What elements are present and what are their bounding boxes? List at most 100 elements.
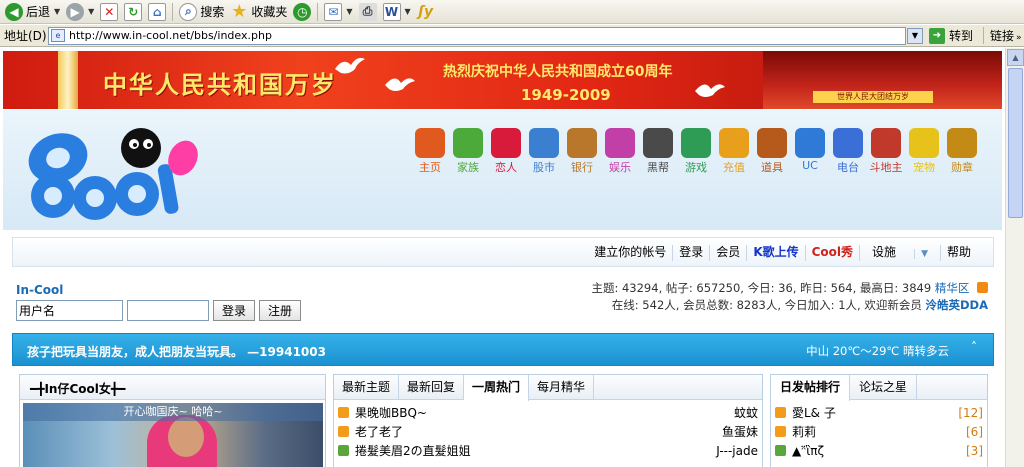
thread-row[interactable]: 老了老了 鱼蛋妹 <box>338 422 758 441</box>
nav-icon-8[interactable]: 充值 <box>717 128 751 175</box>
in-cool-logo[interactable] <box>13 118 203 228</box>
facilities-link[interactable]: 设施 ▼ <box>859 245 940 261</box>
thread-row-title[interactable]: 捲髮美眉2の直髮姐姐 <box>355 442 716 459</box>
star-icon: ★ <box>231 1 248 22</box>
rank-row-meta[interactable]: [12] <box>958 406 983 420</box>
login-form: 登录 注册 <box>16 300 302 321</box>
new-member-link[interactable]: 泠皓英DDA <box>926 298 989 312</box>
favorites-button[interactable]: ★ 收藏夹 <box>227 1 290 23</box>
tab-daily-post-rank[interactable]: 日发帖排行 <box>771 375 851 401</box>
rss-icon[interactable] <box>977 282 988 293</box>
rank-row[interactable]: 莉莉 [6] <box>775 422 983 441</box>
nav-icon-1[interactable]: 家族 <box>451 128 485 175</box>
messenger-button[interactable]: ʃy <box>414 1 438 23</box>
nav-icon-0[interactable]: 主页 <box>413 128 447 175</box>
rank-row[interactable]: 愛L& 子 [12] <box>775 403 983 422</box>
rank-row[interactable]: ▲ᵔ̈ἳπζ [3] <box>775 441 983 460</box>
print-button[interactable]: ⎙ <box>356 1 380 23</box>
cool-show-link[interactable]: Cool秀 <box>804 245 859 261</box>
username-input[interactable] <box>16 300 123 321</box>
nav-icon-9[interactable]: 道具 <box>755 128 789 175</box>
nav-icon-5[interactable]: 娱乐 <box>603 128 637 175</box>
nav-icon-6[interactable]: 黑帮 <box>641 128 675 175</box>
tab-weekly-hot[interactable]: 一周热门 <box>464 375 530 401</box>
feature-label: 银行 <box>571 161 593 174</box>
featured-photo[interactable]: 开心咖国庆~ 哈哈~ <box>23 403 323 467</box>
chevron-down-icon[interactable]: ▼ <box>54 7 60 16</box>
nav-icon-7[interactable]: 游戏 <box>679 128 713 175</box>
thread-row-title[interactable]: 老了老了 <box>355 423 722 440</box>
search-button[interactable]: ⌕ 搜索 <box>176 1 227 23</box>
tab-forum-stars[interactable]: 论坛之星 <box>850 375 918 399</box>
login-button[interactable]: 登录 <box>213 300 256 321</box>
rank-row-title[interactable]: 莉莉 <box>792 423 966 440</box>
feature-icon <box>681 128 711 158</box>
home-button[interactable]: ⌂ <box>145 1 169 23</box>
nav-icon-14[interactable]: 勋章 <box>945 128 979 175</box>
address-input[interactable]: e http://www.in-cool.net/bbs/index.php <box>48 26 906 45</box>
scroll-up-arrow-icon[interactable]: ▲ <box>1007 49 1024 66</box>
refresh-button[interactable]: ↻ <box>121 1 145 23</box>
feature-icon <box>719 128 749 158</box>
weather-info: 中山 20℃～29℃ 晴转多云 <box>806 344 949 358</box>
thread-row[interactable]: 果晚咖BBQ~ 蚊蚊 <box>338 403 758 422</box>
tiananmen-gate: 世界人民大团结万岁 <box>763 51 1002 109</box>
nav-icon-13[interactable]: 宠物 <box>907 128 941 175</box>
nav-icon-12[interactable]: 斗地主 <box>869 128 903 175</box>
go-button[interactable]: ➜ 转到 <box>929 27 973 44</box>
help-link[interactable]: 帮助 <box>939 245 977 261</box>
chevron-down-icon[interactable]: ▼ <box>405 7 411 16</box>
password-input[interactable] <box>127 300 209 321</box>
ranking-panel: 日发帖排行 论坛之星 愛L& 子 [12] 莉莉 [6] ▲ᵔ̈ἳπζ [3] <box>770 374 988 467</box>
banner-subtitle: 热烈庆祝中华人民共和国成立60周年 <box>443 64 673 80</box>
photo-panel-title: ━╋In仔Cool女╋━ <box>30 382 126 396</box>
thread-row-meta[interactable]: J---jade <box>716 444 758 458</box>
rank-row-meta[interactable]: [6] <box>966 425 983 439</box>
bullet-icon <box>338 407 349 418</box>
nav-icon-4[interactable]: 银行 <box>565 128 599 175</box>
rank-row-title[interactable]: 愛L& 子 <box>792 404 958 421</box>
login-link[interactable]: 登录 <box>672 245 709 261</box>
vertical-scrollbar[interactable]: ▲ <box>1005 48 1024 467</box>
collapse-icon[interactable]: ˄ <box>971 340 977 354</box>
stop-button[interactable]: ✕ <box>97 1 121 23</box>
rank-row-title[interactable]: ▲ᵔ̈ἳπζ <box>792 444 966 458</box>
chevron-down-icon[interactable]: ▼ <box>346 7 352 16</box>
tab-latest-topics[interactable]: 最新主题 <box>334 375 400 399</box>
stats-line-posts: 主题: 43294, 帖子: 657250, 今日: 36, 昨日: 564, … <box>591 280 988 297</box>
tab-monthly-digest[interactable]: 每月精华 <box>529 375 595 399</box>
thread-row-title[interactable]: 果晚咖BBQ~ <box>355 404 734 421</box>
tab-latest-replies[interactable]: 最新回复 <box>399 375 465 399</box>
nav-icon-10[interactable]: UC <box>793 128 827 175</box>
bullet-icon <box>775 445 786 456</box>
nav-icon-2[interactable]: 恋人 <box>489 128 523 175</box>
nav-icon-11[interactable]: 电台 <box>831 128 865 175</box>
rank-row-meta[interactable]: [3] <box>966 444 983 458</box>
address-dropdown-button[interactable]: ▼ <box>907 27 923 44</box>
address-bar: 地址(D) e http://www.in-cool.net/bbs/index… <box>0 25 1024 47</box>
scroll-thumb[interactable] <box>1008 68 1023 218</box>
karaoke-upload-link[interactable]: K歌上传 <box>746 245 804 261</box>
site-name[interactable]: In-Cool <box>16 283 63 297</box>
threads-tabs: 最新主题 最新回复 一周热门 每月精华 <box>334 375 762 401</box>
feature-label: 道具 <box>761 161 783 174</box>
mail-button[interactable]: ✉ ▼ <box>321 1 355 23</box>
links-button[interactable]: 链接» <box>983 27 1022 44</box>
history-button[interactable]: ◷ <box>290 1 314 23</box>
back-button[interactable]: ◀ 后退 ▼ <box>2 1 63 23</box>
digest-link[interactable]: 精华区 <box>935 281 970 295</box>
feature-label: 主页 <box>419 161 441 174</box>
thread-row-meta[interactable]: 鱼蛋妹 <box>722 423 758 440</box>
members-link[interactable]: 会员 <box>709 245 746 261</box>
thread-row-meta[interactable]: 蚊蚊 <box>734 404 758 421</box>
thread-list: 果晚咖BBQ~ 蚊蚊 老了老了 鱼蛋妹 捲髮美眉2の直髮姐姐 J---jade <box>334 400 762 463</box>
bullet-icon <box>338 445 349 456</box>
nav-icon-3[interactable]: 股市 <box>527 128 561 175</box>
edit-button[interactable]: W ▼ <box>380 1 414 23</box>
feature-icon-bar: 主页 家族 恋人 股市 银行 娱乐 黑帮 游戏 充值 道具 UC 电台 斗地主 宠物 勋章 <box>413 128 979 175</box>
forward-button[interactable]: ▶ ▼ <box>63 1 97 23</box>
register-account-link[interactable]: 建立你的帐号 <box>588 245 672 261</box>
register-button[interactable]: 注册 <box>259 300 302 321</box>
thread-row[interactable]: 捲髮美眉2の直髮姐姐 J---jade <box>338 441 758 460</box>
chevron-down-icon[interactable]: ▼ <box>88 7 94 16</box>
